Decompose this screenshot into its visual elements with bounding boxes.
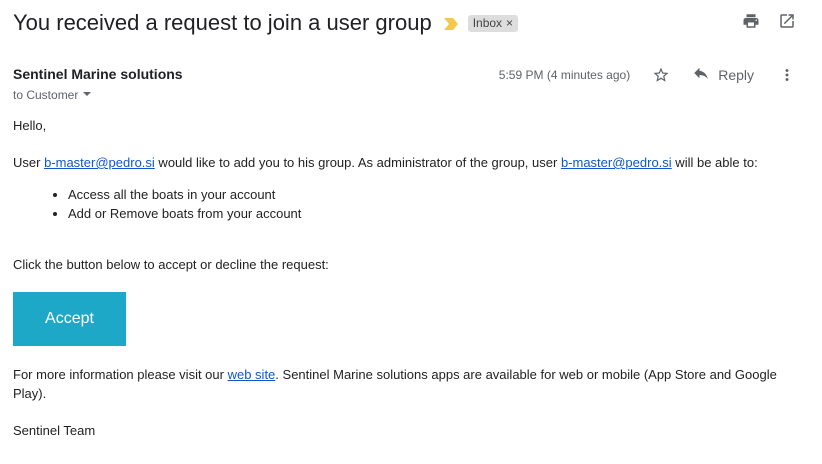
subject-row: You received a request to join a user gr…: [13, 8, 802, 38]
open-in-new-window-icon[interactable]: [778, 12, 796, 30]
user-email-link-2[interactable]: b-master@pedro.si: [561, 155, 672, 170]
remove-label-icon[interactable]: ×: [506, 16, 513, 30]
recipient-details-toggle[interactable]: to Customer: [13, 88, 92, 102]
more-vert-icon[interactable]: [778, 66, 796, 84]
recipient-line: to Customer: [13, 88, 79, 102]
instruction-text: Click the button below to accept or decl…: [13, 257, 329, 272]
greeting: Hello,: [13, 118, 47, 133]
list-item: Add or Remove boats from your account: [68, 204, 792, 223]
print-icon[interactable]: [742, 12, 760, 30]
reply-label: Reply: [718, 66, 754, 83]
permissions-list: Access all the boats in your account Add…: [13, 185, 792, 223]
intro-post: will be able to:: [671, 155, 758, 170]
email-subject: You received a request to join a user gr…: [13, 10, 432, 35]
accept-button-wrap: Accept: [13, 292, 792, 346]
intro-mid: would like to add you to his group. As a…: [154, 155, 561, 170]
intro-paragraph: User b-master@pedro.si would like to add…: [13, 153, 792, 172]
intro-pre: User: [13, 155, 45, 170]
inbox-label-chip[interactable]: Inbox ×: [467, 14, 519, 32]
message-meta: 5:59 PM (4 minutes ago) Reply: [499, 64, 796, 85]
website-link[interactable]: web site: [228, 367, 276, 382]
sender-name[interactable]: Sentinel Marine solutions: [13, 66, 183, 82]
caret-down-icon: [82, 88, 92, 102]
user-email-link-1[interactable]: b-master@pedro.si: [44, 155, 155, 170]
reply-button[interactable]: Reply: [692, 64, 754, 85]
list-item: Access all the boats in your account: [68, 185, 792, 204]
email-body: Hello, User b-master@pedro.si would like…: [13, 116, 792, 440]
importance-marker-icon[interactable]: [443, 17, 458, 30]
accept-button[interactable]: Accept: [13, 292, 126, 346]
inbox-label-text: Inbox: [472, 15, 503, 30]
star-icon[interactable]: [652, 66, 670, 84]
info-pre: For more information please visit our: [13, 367, 228, 382]
message-time: 5:59 PM (4 minutes ago): [498, 67, 631, 82]
top-actions: [742, 12, 796, 30]
info-paragraph: For more information please visit our we…: [13, 365, 792, 403]
signature: Sentinel Team: [13, 423, 96, 438]
reply-icon: [692, 64, 710, 85]
